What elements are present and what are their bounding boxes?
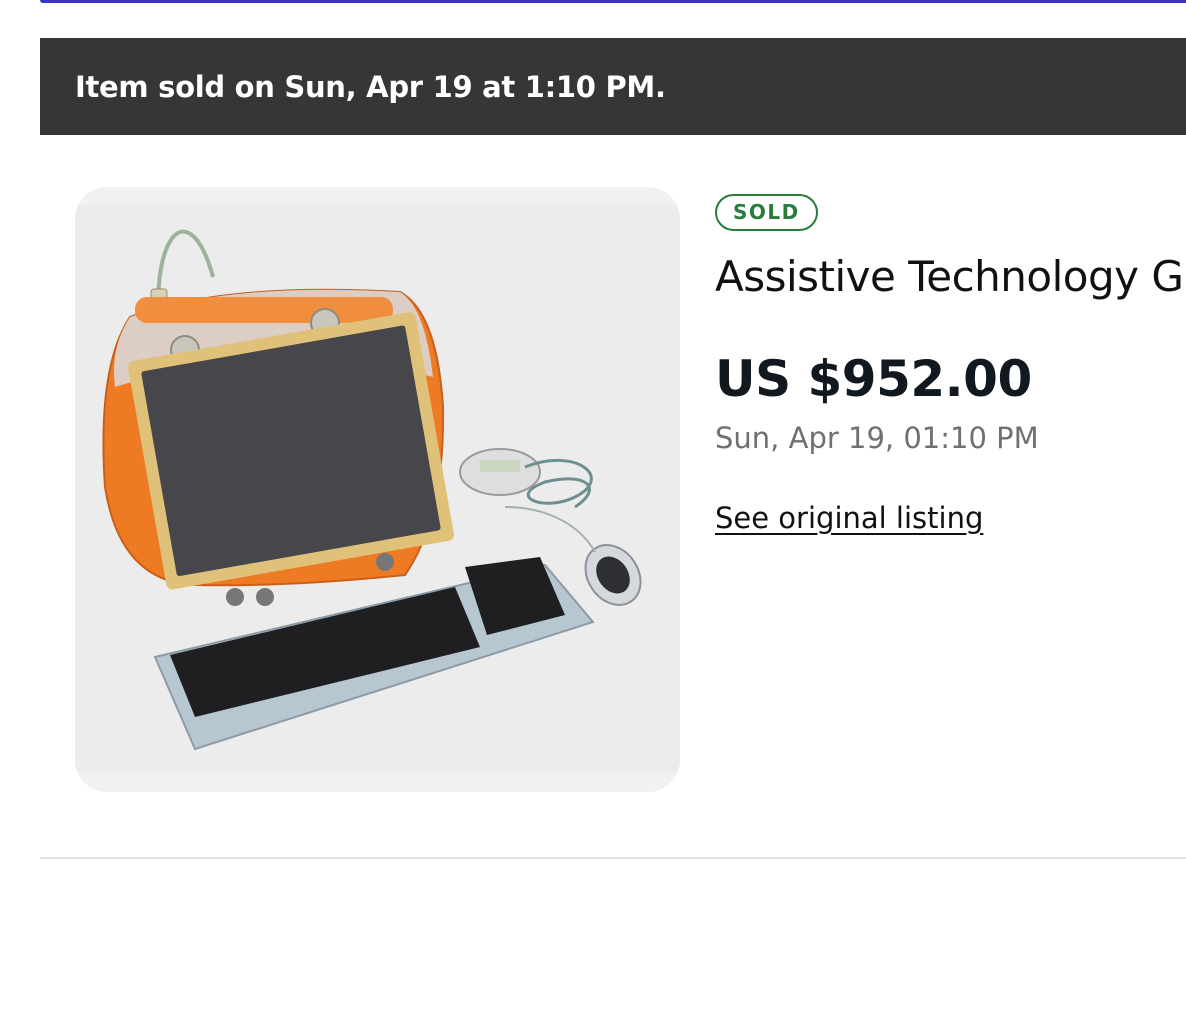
item-info-panel: SOLD Assistive Technology G US $952.00 S…	[715, 194, 1186, 536]
item-title: Assistive Technology G	[715, 252, 1184, 301]
product-image[interactable]	[75, 187, 680, 792]
sold-notice-banner: Item sold on Sun, Apr 19 at 1:10 PM.	[40, 38, 1186, 135]
see-original-listing-link[interactable]: See original listing	[715, 500, 983, 536]
sold-date: Sun, Apr 19, 01:10 PM	[715, 421, 1039, 455]
top-accent-strip	[40, 0, 1186, 3]
status-badge: SOLD	[715, 194, 818, 231]
sold-notice-text: Item sold on Sun, Apr 19 at 1:10 PM.	[75, 69, 666, 104]
item-price: US $952.00	[715, 350, 1032, 408]
section-divider	[40, 857, 1186, 859]
product-photo-icon	[75, 205, 680, 773]
